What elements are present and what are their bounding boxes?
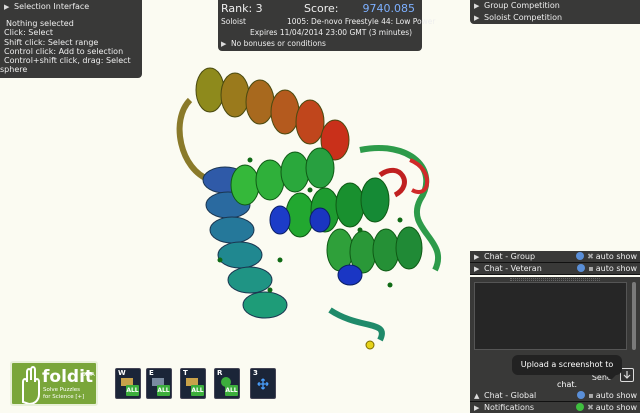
expires-line: Expires 11/04/2014 23:00 GMT (3 minutes) <box>250 28 413 37</box>
group-competition-label: Group Competition <box>484 1 560 10</box>
expand-triangle-icon: ▶ <box>474 2 480 10</box>
camera-icon <box>623 371 631 379</box>
shake-tool-button[interactable]: E ALL <box>146 368 172 399</box>
mode-label: Soloist <box>221 17 246 26</box>
close-icon[interactable]: ✖ <box>587 403 594 412</box>
selection-interface-title: Selection Interface <box>14 2 90 11</box>
move-icon <box>257 378 269 390</box>
logo-mark: [+] <box>75 394 85 400</box>
expand-triangle-icon: ▶ <box>474 14 480 22</box>
selection-help-line: Click: Select <box>4 28 53 38</box>
chat-tab-label: Chat - Group <box>484 252 536 261</box>
rank-label: Rank: 3 <box>221 2 263 15</box>
hand-icon <box>22 366 40 404</box>
notifications-label: Notifications <box>484 403 535 412</box>
logo-tagline-line: Solve Puzzles <box>43 387 81 393</box>
notifications-tab[interactable]: ▶ Notifications ✖ auto show <box>470 402 640 413</box>
expand-triangle-icon: ▶ <box>221 40 227 48</box>
chat-tab-label: Chat - Global <box>484 391 537 400</box>
auto-show-label[interactable]: auto show <box>596 391 637 400</box>
logo-beta: BETA <box>82 372 95 378</box>
all-badge: ALL <box>191 385 204 396</box>
chat-log[interactable] <box>474 282 627 350</box>
score-label: Score: <box>304 2 339 15</box>
auto-show-label[interactable]: auto show <box>596 264 637 273</box>
soloist-competition-label: Soloist Competition <box>484 13 563 22</box>
selection-help-line: Control+shift click, drag: Select <box>4 56 131 66</box>
competition-panel: ▶ Group Competition ▶ Soloist Competition <box>470 0 640 24</box>
expand-triangle-icon: ▶ <box>4 3 10 11</box>
rebuild-tool-button[interactable]: R ALL <box>214 368 240 399</box>
screenshot-upload-button[interactable] <box>620 368 634 382</box>
info-icon[interactable] <box>577 264 586 272</box>
all-badge: ALL <box>225 385 238 396</box>
expand-triangle-icon: ▶ <box>474 253 480 261</box>
expand-triangle-icon: ▶ <box>474 265 480 273</box>
mute-icon[interactable]: ▪ <box>588 391 593 400</box>
close-icon[interactable]: ✖ <box>587 252 594 261</box>
chat-tab-veteran[interactable]: ▶ Chat - Veteran ▪ auto show <box>470 263 640 275</box>
info-icon[interactable] <box>577 391 586 399</box>
selection-interface-header[interactable]: ▶ Selection Interface <box>0 0 142 12</box>
score-value: 9740.085 <box>362 2 416 15</box>
group-competition-item[interactable]: ▶ Group Competition <box>474 0 636 12</box>
hotkey-label: 3 <box>253 369 258 377</box>
all-badge: ALL <box>157 385 170 396</box>
all-badge: ALL <box>126 385 139 396</box>
auto-show-label[interactable]: auto show <box>596 403 637 412</box>
foldit-logo[interactable]: foldit BETA Solve Puzzles for Science [+… <box>10 361 98 406</box>
resize-grip[interactable] <box>510 278 600 281</box>
move-tool-button[interactable]: 3 <box>250 368 276 399</box>
close-icon[interactable]: ▪ <box>588 264 593 273</box>
screenshot-tooltip: Upload a screenshot to chat. <box>512 355 622 389</box>
logo-tagline: Solve Puzzles for Science [+] <box>43 387 84 401</box>
bonus-row[interactable]: ▶ No bonuses or conditions <box>221 38 419 50</box>
chat-tab-global[interactable]: ▲ Chat - Global ▪ auto show <box>470 390 640 402</box>
soloist-competition-item[interactable]: ▶ Soloist Competition <box>474 12 636 24</box>
info-icon[interactable] <box>576 252 585 260</box>
selection-interface-panel: ▶ Selection Interface Nothing selected Cl… <box>0 0 142 78</box>
bonus-label: No bonuses or conditions <box>231 39 326 48</box>
auto-show-label[interactable]: auto show <box>596 252 637 261</box>
chat-tab-group[interactable]: ▶ Chat - Group ✖ auto show <box>470 251 640 263</box>
wiggle-tool-button[interactable]: W ALL <box>115 368 141 399</box>
puzzle-name: 1005: De-novo Freestyle 44: Low Power <box>287 17 436 26</box>
status-icon[interactable] <box>576 403 585 411</box>
selection-help-line: sphere <box>0 65 28 75</box>
protein-structure[interactable] <box>150 60 470 360</box>
chat-panel: ▶ Chat - Group ✖ auto show ▶ Chat - Veteran… <box>470 251 640 413</box>
selection-help-line: Shift click: Select range <box>4 37 99 47</box>
selection-help-line: Control click: Add to selection <box>4 46 124 56</box>
collapse-triangle-icon: ▲ <box>474 392 480 400</box>
logo-tagline-line: for Science <box>43 394 74 400</box>
expand-triangle-icon: ▶ <box>474 404 480 412</box>
chat-tab-label: Chat - Veteran <box>484 264 542 273</box>
score-panel: Rank: 3 Score: 9740.085 Soloist 1005: De… <box>218 0 435 51</box>
tweak-tool-button[interactable]: T ALL <box>180 368 206 399</box>
selection-help: Nothing selected Click: Select Shift cli… <box>0 12 142 75</box>
selection-status: Nothing selected <box>6 19 74 28</box>
chat-scrollbar[interactable] <box>632 282 636 350</box>
